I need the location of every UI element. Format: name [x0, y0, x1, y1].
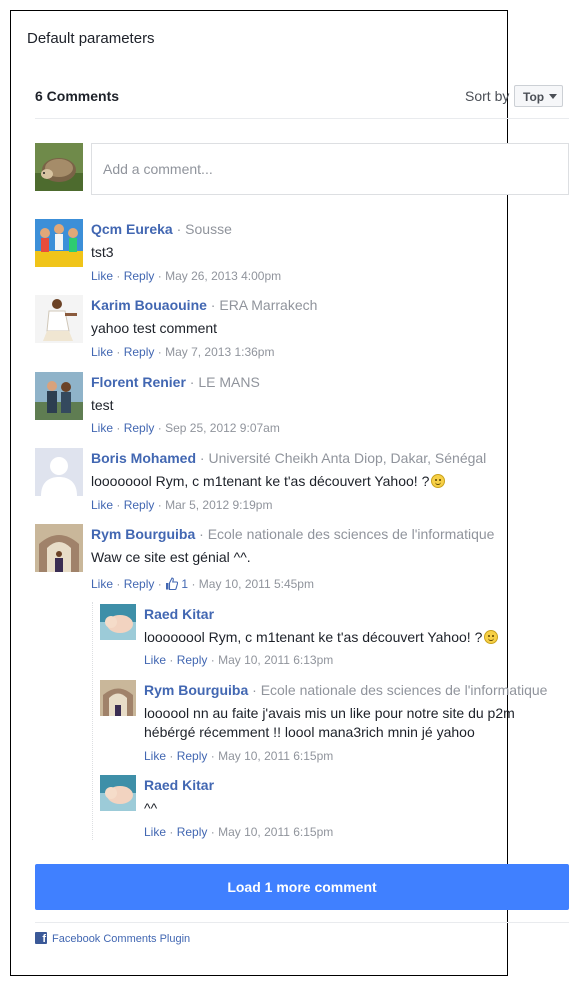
reply-link[interactable]: Reply [124, 269, 155, 283]
separator: · [157, 577, 162, 591]
like-link[interactable]: Like [91, 421, 113, 435]
comment-affiliation[interactable]: Ecole nationale des sciences de l'inform… [208, 526, 495, 542]
avatar[interactable] [100, 604, 136, 640]
separator: · [116, 577, 121, 591]
avatar[interactable] [100, 680, 136, 716]
reply-timestamp[interactable]: May 10, 2011 6:15pm [218, 749, 333, 763]
reply-timestamp[interactable]: May 10, 2011 6:13pm [218, 653, 333, 667]
separator: · [169, 749, 174, 763]
reply-text: ^^ [144, 800, 158, 816]
like-link[interactable]: Like [144, 825, 166, 839]
footer-link[interactable]: f Facebook Comments Plugin [35, 932, 190, 945]
separator: · [157, 269, 162, 283]
smile-emoji-icon [484, 630, 499, 644]
reply-affiliation[interactable]: Ecole nationale des sciences de l'inform… [261, 682, 548, 698]
sort-dropdown[interactable]: Top [514, 85, 563, 107]
reply-timestamp[interactable]: May 10, 2011 6:15pm [218, 825, 333, 839]
comment-text: Waw ce site est génial ^^. [91, 549, 251, 565]
separator: · [210, 825, 215, 839]
comment-author[interactable]: Florent Renier [91, 374, 186, 390]
separator: · [169, 825, 174, 839]
like-link[interactable]: Like [144, 653, 166, 667]
comment-text: tst3 [91, 244, 114, 260]
comment-input[interactable]: Add a comment... [91, 143, 569, 195]
reply-text: loooooool Rym, c m1tenant ke t'as découv… [144, 629, 483, 645]
separator: · [199, 450, 205, 466]
thumbs-up-icon [165, 577, 179, 593]
comment-input-placeholder: Add a comment... [103, 161, 213, 177]
separator: · [210, 653, 215, 667]
comment-text: loooooool Rym, c m1tenant ke t'as découv… [91, 473, 430, 489]
reply-author[interactable]: Rym Bourguiba [144, 682, 248, 698]
separator: · [176, 221, 182, 237]
comment-timestamp[interactable]: Sep 25, 2012 9:07am [165, 421, 280, 435]
separator: · [210, 297, 216, 313]
separator: · [199, 526, 204, 542]
separator: · [210, 749, 215, 763]
comment-text: yahoo test comment [91, 320, 218, 336]
separator: · [252, 682, 257, 698]
separator: · [116, 269, 121, 283]
like-link[interactable]: Like [91, 345, 113, 359]
smile-emoji-icon [431, 474, 446, 488]
comment-text: test [91, 397, 114, 413]
separator: · [116, 498, 121, 512]
separator: · [116, 345, 121, 359]
like-count[interactable]: 1 [181, 577, 188, 591]
avatar[interactable] [35, 295, 83, 343]
chevron-down-icon [549, 94, 558, 99]
comment-author[interactable]: Boris Mohamed [91, 450, 196, 466]
like-link[interactable]: Like [91, 498, 113, 512]
comment-timestamp[interactable]: May 7, 2013 1:36pm [165, 345, 274, 359]
reply-link[interactable]: Reply [177, 825, 208, 839]
comment-author[interactable]: Karim Bouaouine [91, 297, 207, 313]
comment-affiliation[interactable]: Université Cheikh Anta Diop, Dakar, Séné… [208, 450, 486, 466]
reply-link[interactable]: Reply [124, 577, 155, 591]
like-link[interactable]: Like [144, 749, 166, 763]
separator: · [189, 374, 195, 390]
reply-text: loooool nn au faite j'avais mis un like … [144, 705, 515, 740]
reply-link[interactable]: Reply [124, 498, 155, 512]
comment-text-row: loooooool Rym, c m1tenant ke t'as découv… [91, 472, 446, 491]
sort-label: Sort by [465, 88, 510, 104]
divider [35, 922, 569, 923]
facebook-icon: f [35, 932, 47, 944]
comment-count: 6 Comments [35, 88, 120, 104]
panel-title: Default parameters [27, 30, 155, 47]
like-link[interactable]: Like [91, 577, 113, 591]
avatar[interactable] [35, 372, 83, 420]
separator: · [169, 653, 174, 667]
comment-timestamp[interactable]: Mar 5, 2012 9:19pm [165, 498, 272, 512]
comment-affiliation[interactable]: LE MANS [198, 374, 259, 390]
avatar[interactable] [35, 448, 83, 496]
separator: · [157, 421, 162, 435]
comment-affiliation[interactable]: Sousse [185, 221, 232, 237]
comments-header: 6 Comments Sort by Top [35, 85, 569, 119]
separator: · [191, 577, 196, 591]
reply-link[interactable]: Reply [124, 421, 155, 435]
comment-timestamp[interactable]: May 26, 2013 4:00pm [165, 269, 281, 283]
reply-link[interactable]: Reply [124, 345, 155, 359]
avatar[interactable] [35, 219, 83, 267]
reply-link[interactable]: Reply [177, 653, 208, 667]
replies-thread-line [92, 602, 93, 840]
comment-timestamp[interactable]: May 10, 2011 5:45pm [199, 577, 314, 591]
avatar[interactable] [100, 775, 136, 811]
reply-author[interactable]: Raed Kitar [144, 606, 214, 622]
sort-value: Top [523, 90, 545, 104]
avatar[interactable] [35, 524, 83, 572]
footer-label: Facebook Comments Plugin [52, 933, 191, 945]
like-link[interactable]: Like [91, 269, 113, 283]
separator: · [157, 345, 162, 359]
comment-affiliation[interactable]: ERA Marrakech [219, 297, 317, 313]
avatar [35, 143, 83, 191]
separator: · [157, 498, 162, 512]
comment-author[interactable]: Qcm Eureka [91, 221, 173, 237]
separator: · [116, 421, 121, 435]
reply-author[interactable]: Raed Kitar [144, 777, 214, 793]
reply-text-row: loooooool Rym, c m1tenant ke t'as découv… [144, 628, 499, 647]
comment-author[interactable]: Rym Bourguiba [91, 526, 195, 542]
reply-link[interactable]: Reply [177, 749, 208, 763]
load-more-button[interactable]: Load 1 more comment [35, 864, 569, 910]
